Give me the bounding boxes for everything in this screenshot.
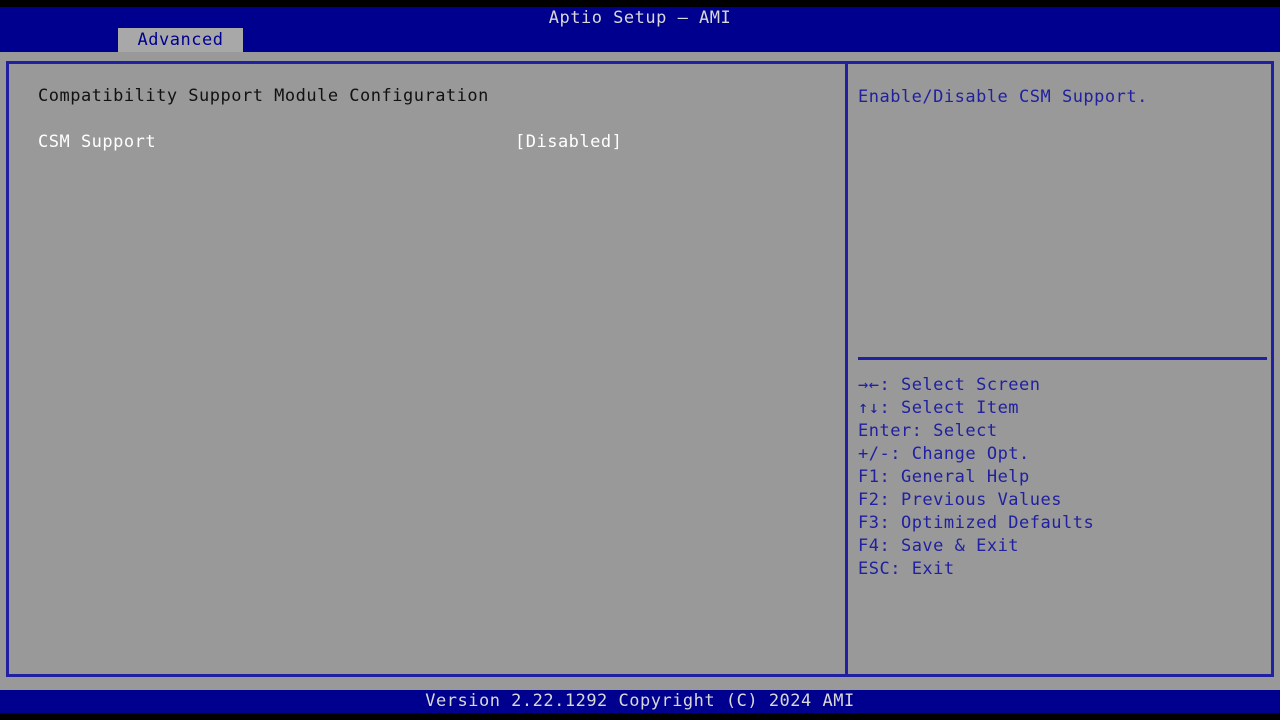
legend-keys: →←:	[858, 375, 891, 395]
menu-tabstrip: Advanced	[0, 28, 1280, 53]
legend-item: F3: Optimized Defaults	[858, 512, 1268, 535]
tab-advanced[interactable]: Advanced	[118, 28, 243, 53]
legend-action: General Help	[890, 467, 1030, 487]
legend-keys: ESC:	[858, 559, 901, 579]
app-title: Aptio Setup – AMI	[548, 8, 732, 28]
setting-row-csm-support[interactable]: CSM Support [Disabled]	[38, 132, 828, 154]
legend-item: Enter: Select	[858, 420, 1268, 443]
setting-label: CSM Support	[38, 132, 157, 152]
legend-action: Select Screen	[890, 375, 1041, 395]
legend-action: Previous Values	[890, 490, 1062, 510]
legend-item: F2: Previous Values	[858, 489, 1268, 512]
legend-action: Optimized Defaults	[890, 513, 1095, 533]
legend-item: F4: Save & Exit	[858, 535, 1268, 558]
section-heading: Compatibility Support Module Configurati…	[38, 86, 489, 106]
legend-keys: F1:	[858, 467, 891, 487]
legend-keys: F3:	[858, 513, 891, 533]
legend-keys: Enter:	[858, 421, 923, 441]
settings-panel: Compatibility Support Module Configurati…	[12, 64, 842, 674]
key-legend-list: →←: Select Screen ↑↓: Select Item Enter: S…	[858, 374, 1268, 581]
legend-action: Select Item	[890, 398, 1020, 418]
legend-item: +/-: Change Opt.	[858, 443, 1268, 466]
legend-item: F1: General Help	[858, 466, 1268, 489]
legend-keys: F4:	[858, 536, 891, 556]
help-horizontal-divider	[858, 357, 1267, 360]
bios-setup-screen: Aptio Setup – AMI Advanced Compatibility…	[0, 0, 1280, 720]
legend-action: Select	[922, 421, 998, 441]
legend-keys: +/-:	[858, 444, 901, 464]
legend-item: ESC: Exit	[858, 558, 1268, 581]
help-panel: Enable/Disable CSM Support. →←: Select S…	[848, 64, 1272, 674]
help-description: Enable/Disable CSM Support.	[858, 87, 1148, 107]
footer-version-text: Version 2.22.1292 Copyright (C) 2024 AMI	[425, 691, 855, 711]
legend-action: Change Opt.	[900, 444, 1030, 464]
legend-keys: ↑↓:	[858, 398, 891, 418]
legend-action: Save & Exit	[890, 536, 1020, 556]
body-area: Compatibility Support Module Configurati…	[0, 52, 1280, 690]
legend-item: →←: Select Screen	[858, 374, 1268, 397]
setting-value[interactable]: [Disabled]	[515, 132, 622, 152]
legend-keys: F2:	[858, 490, 891, 510]
legend-item: ↑↓: Select Item	[858, 397, 1268, 420]
legend-action: Exit	[900, 559, 955, 579]
